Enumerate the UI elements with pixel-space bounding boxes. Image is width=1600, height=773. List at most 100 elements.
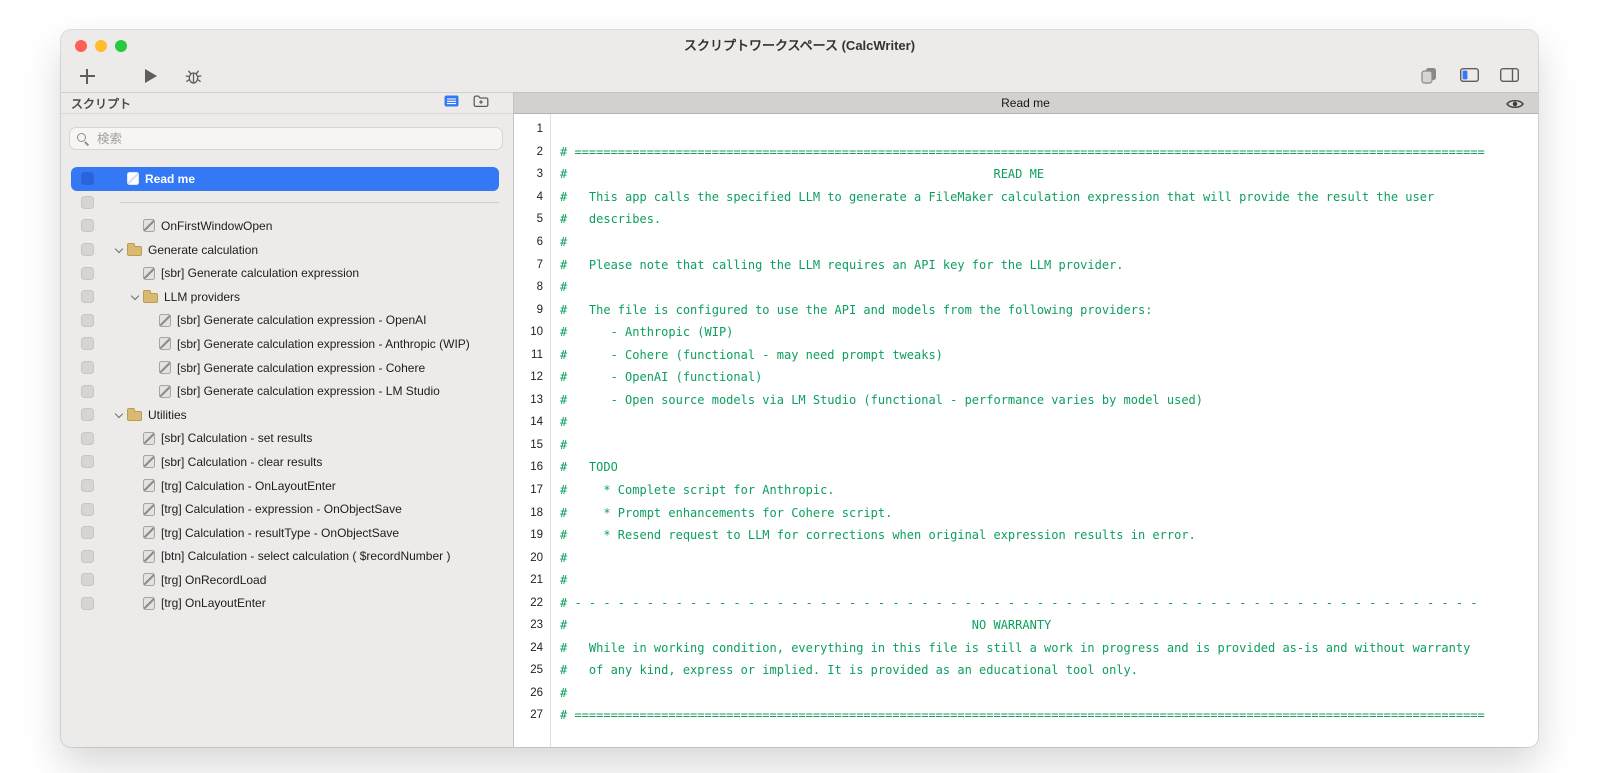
script-row[interactable]: [trg] Calculation - OnLayoutEnter [71, 474, 499, 498]
code-text: # * Resend request to LLM for correction… [560, 528, 1196, 543]
code-line[interactable]: 11 # - Cohere (functional - may need prom… [514, 343, 1538, 366]
code-line[interactable]: 27 # ====================================… [514, 704, 1538, 727]
script-row[interactable]: OnFirstWindowOpen [71, 214, 499, 238]
row-checkbox[interactable] [81, 172, 94, 186]
script-folder-row[interactable]: Utilities [71, 403, 499, 427]
list-view-icon [444, 95, 459, 107]
script-row[interactable]: [sbr] Generate calculation expression - … [71, 379, 499, 403]
code-line[interactable]: 2 # =====================================… [514, 141, 1538, 164]
row-checkbox[interactable] [81, 243, 94, 257]
row-checkbox[interactable] [81, 596, 94, 610]
row-checkbox[interactable] [81, 337, 94, 351]
code-line[interactable]: 18 # * Prompt enhancements for Cohere scr… [514, 501, 1538, 524]
minimize-window-button[interactable] [95, 40, 107, 52]
toolbar-right [1418, 66, 1520, 84]
code-line[interactable]: 4 # This app calls the specified LLM to g… [514, 186, 1538, 209]
new-script-button[interactable] [77, 67, 97, 85]
run-script-button[interactable] [141, 67, 161, 85]
zoom-window-button[interactable] [115, 40, 127, 52]
code-area[interactable]: 1 2 # ====================================… [514, 114, 1538, 747]
script-row[interactable]: [trg] OnRecordLoad [71, 568, 499, 592]
close-window-button[interactable] [75, 40, 87, 52]
chevron-down-icon[interactable] [110, 248, 127, 252]
chevron-down-icon[interactable] [110, 413, 127, 417]
script-row[interactable]: [sbr] Generate calculation expression - … [71, 332, 499, 356]
code-line[interactable]: 3 # READ ME [514, 163, 1538, 186]
script-row[interactable]: [sbr] Calculation - clear results [71, 450, 499, 474]
code-line[interactable]: 15 # [514, 434, 1538, 457]
row-checkbox[interactable] [81, 361, 94, 375]
copy-button[interactable] [1418, 66, 1440, 84]
code-line[interactable]: 17 # * Complete script for Anthropic. [514, 479, 1538, 502]
pane-divider[interactable] [513, 92, 514, 747]
new-folder-icon [473, 94, 489, 107]
script-folder-row[interactable]: LLM providers [71, 285, 499, 309]
code-line[interactable]: 8 # [514, 276, 1538, 299]
row-checkbox[interactable] [81, 195, 94, 209]
script-row[interactable]: [btn] Calculation - select calculation (… [71, 545, 499, 569]
script-row[interactable]: [sbr] Calculation - set results [71, 427, 499, 451]
code-line[interactable]: 7 # Please note that calling the LLM requ… [514, 253, 1538, 276]
script-row[interactable]: [sbr] Generate calculation expression - … [71, 309, 499, 333]
code-line[interactable]: 20 # [514, 546, 1538, 569]
code-line[interactable]: 23 # NO WARRANTY [514, 614, 1538, 637]
code-line[interactable]: 13 # - Open source models via LM Studio (… [514, 389, 1538, 412]
row-checkbox[interactable] [81, 384, 94, 398]
sidebar-title: スクリプト [71, 96, 132, 111]
code-line[interactable]: 12 # - OpenAI (functional) [514, 366, 1538, 389]
code-line[interactable]: 26 # [514, 682, 1538, 705]
row-checkbox[interactable] [81, 502, 94, 516]
code-line[interactable]: 22 # - - - - - - - - - - - - - - - - - - … [514, 591, 1538, 614]
tab-read-me[interactable]: Read me [1001, 96, 1050, 110]
line-number: 1 [536, 123, 543, 136]
row-checkbox[interactable] [81, 290, 94, 304]
line-number: 27 [530, 709, 543, 722]
row-checkbox[interactable] [81, 479, 94, 493]
row-checkbox[interactable] [81, 431, 94, 445]
script-row[interactable]: [trg] Calculation - expression - OnObjec… [71, 497, 499, 521]
code-line[interactable]: 9 # The file is configured to use the API… [514, 298, 1538, 321]
row-checkbox[interactable] [81, 455, 94, 469]
code-line[interactable]: 1 [514, 118, 1538, 141]
script-row[interactable]: Read me [71, 167, 499, 191]
row-label: [trg] Calculation - OnLayoutEnter [161, 478, 336, 493]
script-row[interactable]: [sbr] Generate calculation expression - … [71, 356, 499, 380]
code-line[interactable]: 10 # - Anthropic (WIP) [514, 321, 1538, 344]
code-line[interactable]: 25 # of any kind, express or implied. It … [514, 659, 1538, 682]
code-line[interactable]: 5 # describes. [514, 208, 1538, 231]
search-field[interactable] [69, 127, 503, 150]
search-input[interactable] [95, 130, 495, 147]
row-checkbox[interactable] [81, 549, 94, 563]
code-line[interactable]: 16 # TODO [514, 456, 1538, 479]
toggle-left-pane-button[interactable] [1458, 66, 1480, 84]
row-checkbox[interactable] [81, 313, 94, 327]
row-checkbox[interactable] [81, 526, 94, 540]
script-row[interactable]: [sbr] Generate calculation expression [71, 261, 499, 285]
code-line[interactable]: 24 # While in working condition, everythi… [514, 637, 1538, 660]
row-checkbox[interactable] [81, 408, 94, 422]
line-number: 17 [530, 484, 543, 497]
code-line[interactable]: 19 # * Resend request to LLM for correcti… [514, 524, 1538, 547]
script-row[interactable]: [trg] Calculation - resultType - OnObjec… [71, 521, 499, 545]
script-workspace-window: スクリプトワークスペース (CalcWriter) スクリプト 検索 Read … [61, 30, 1538, 747]
row-checkbox[interactable] [81, 219, 94, 233]
code-line[interactable]: 14 # [514, 411, 1538, 434]
chevron-down-icon[interactable] [126, 295, 143, 299]
debug-script-button[interactable] [183, 67, 203, 85]
code-line[interactable]: 21 # [514, 569, 1538, 592]
script-folder-row[interactable]: Generate calculation [71, 238, 499, 262]
script-row[interactable]: [trg] OnLayoutEnter [71, 592, 499, 616]
code-text: # - Cohere (functional - may need prompt… [560, 347, 943, 362]
list-view-button[interactable] [444, 94, 459, 112]
eye-icon[interactable] [1506, 98, 1524, 110]
new-folder-button[interactable] [473, 94, 489, 113]
code-line[interactable]: 6 # [514, 231, 1538, 254]
toggle-right-pane-button[interactable] [1498, 66, 1520, 84]
code-text: # [560, 550, 568, 565]
row-checkbox[interactable] [81, 266, 94, 280]
row-checkbox[interactable] [81, 573, 94, 587]
